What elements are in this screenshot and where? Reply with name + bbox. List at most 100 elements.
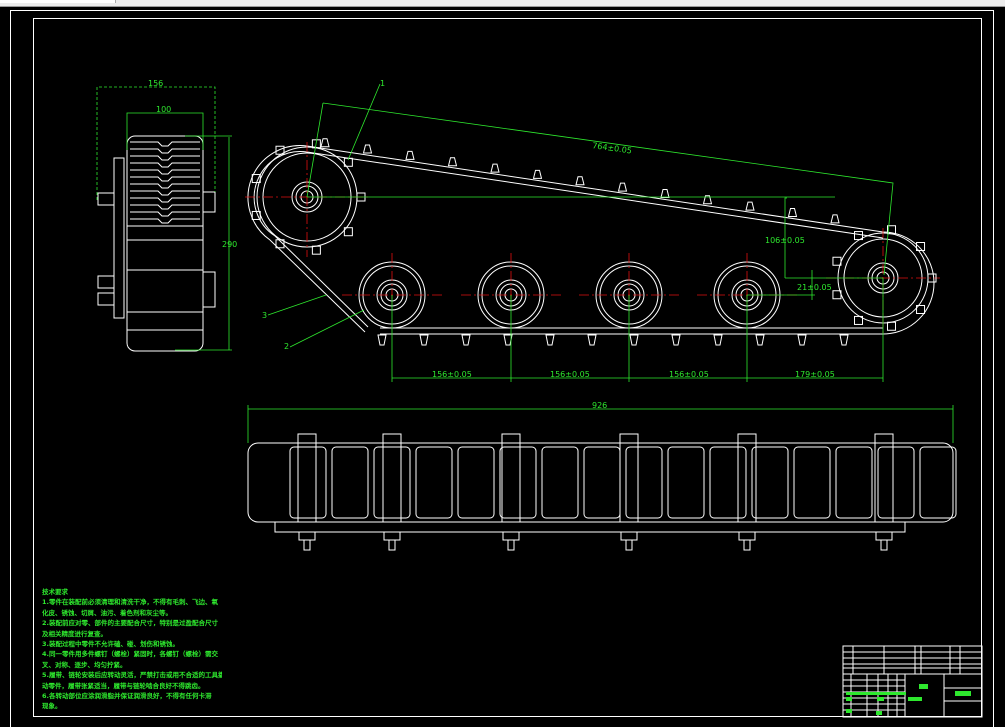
note-line: 6.各转动部位应涂润滑脂并保证润滑良好，不得有任何卡滞: [42, 692, 212, 701]
dim-side-height: 290: [222, 240, 237, 249]
track-lug: [587, 334, 597, 346]
dim-vertical-offset: 106±0.05: [765, 236, 805, 245]
bolt: [303, 539, 311, 551]
bottom-view: 926: [247, 401, 957, 551]
track-lug: [660, 188, 670, 198]
track-link: [919, 446, 957, 519]
dim-side-outer-width: 156: [148, 79, 163, 88]
dim-wheel-offset: 21±0.05: [797, 283, 832, 292]
tread-fin: [130, 162, 200, 168]
track-link: [331, 446, 369, 519]
track-link: [583, 446, 621, 519]
tread-fin: [130, 218, 200, 224]
track-link: [541, 446, 579, 519]
technical-notes: 技术要求 1.零件在装配前必须清理和清洗干净，不得有毛刺、飞边、氧 化皮、锈蚀、切…: [42, 587, 222, 712]
title-cell-fill: [846, 697, 852, 701]
sprocket-tooth: [311, 245, 321, 255]
nut: [875, 531, 893, 541]
side-view: 156 100 290: [96, 79, 237, 352]
track-link: [751, 446, 789, 519]
note-line: 及相关精度进行复查。: [42, 629, 107, 638]
note-line: 2.装配前应对零、部件的主要配合尺寸，特别是过盈配合尺寸: [42, 619, 218, 628]
tread-fin: [130, 183, 200, 189]
track-lug: [532, 169, 543, 179]
note-line: 3.装配过程中零件不允许磕、碰、划伤和锈蚀。: [42, 640, 179, 649]
dim-center-distance: 764±0.05: [592, 141, 633, 155]
track-link: [793, 446, 831, 519]
track-link: [625, 446, 663, 519]
note-line: 叉、对称、逐步、均匀拧紧。: [42, 660, 127, 669]
note-line: 1.零件在装配前必须清理和清洗干净，不得有毛刺、飞边、氧: [42, 598, 218, 607]
note-line: 化皮、锈蚀、切屑、油污、着色剂和灰尘等。: [42, 608, 172, 617]
bolt: [388, 539, 396, 551]
track-link: [667, 446, 705, 519]
track-lug: [320, 138, 330, 148]
track-lug: [713, 334, 723, 346]
track-link: [457, 446, 495, 519]
dim-wheel-spacing-3: 156±0.05: [669, 370, 709, 379]
track-link: [415, 446, 453, 519]
track-lug: [362, 144, 373, 154]
track-lug: [797, 334, 807, 346]
title-cell-fill: [846, 692, 906, 695]
track-link: [877, 446, 915, 519]
track-lug: [617, 182, 628, 192]
tread-fin: [130, 204, 200, 210]
title-cell-fill: [876, 711, 882, 715]
track-lug: [745, 201, 755, 211]
track-link: [289, 446, 327, 519]
track-lug: [490, 163, 500, 173]
tread-fin: [130, 211, 200, 217]
nut: [620, 531, 638, 541]
track-lug: [447, 157, 458, 167]
bolt: [507, 539, 515, 551]
note-line: 5.履带、链轮安装后应转动灵活，严禁打击或用不合适的工具撬: [42, 671, 222, 680]
track-lug: [461, 334, 471, 346]
track-lug: [419, 334, 429, 346]
dim-wheel-spacing-2: 156±0.05: [550, 370, 590, 379]
note-line: 4.同一零件用多件螺钉（螺栓）紧固时，各螺钉（螺栓）需交: [42, 650, 218, 659]
bolt: [743, 539, 751, 551]
tread-fin: [130, 141, 200, 147]
tread-fin: [130, 197, 200, 203]
main-view: 764±0.05 106±0.05 21±0.05 156±0.05 156±0…: [245, 79, 940, 382]
part-label-2: 2: [284, 342, 289, 351]
nut: [383, 531, 401, 541]
track-lug: [839, 334, 849, 346]
track-lug: [755, 334, 765, 346]
dim-overall-length: 926: [592, 401, 607, 410]
note-line: 动零件，履带张紧适当，履带与链轮啮合良好不得跳齿。: [42, 681, 205, 690]
bolt: [880, 539, 888, 551]
tread-fin: [130, 169, 200, 175]
track-lug: [545, 334, 555, 346]
tread-fin: [130, 155, 200, 161]
track-lug: [629, 334, 639, 346]
notes-title: 技术要求: [42, 588, 68, 596]
track-lug: [377, 334, 387, 346]
part-label-1: 1: [380, 79, 385, 88]
title-cell-fill: [877, 697, 884, 701]
centerline: [245, 142, 369, 257]
tread-fin: [130, 190, 200, 196]
track-lug: [671, 334, 681, 346]
nut: [502, 531, 520, 541]
nut: [298, 531, 316, 541]
sprocket-tooth: [887, 321, 897, 331]
title-cell-fill: [846, 709, 852, 713]
track-link: [835, 446, 873, 519]
bolt: [625, 539, 633, 551]
track-lug: [575, 176, 585, 186]
track-link: [373, 446, 411, 519]
part-label-3: 3: [262, 311, 267, 320]
tread-fin: [130, 176, 200, 182]
track-lug: [830, 214, 840, 224]
dim-wheel-spacing-1: 156±0.05: [432, 370, 472, 379]
track-link: [499, 446, 537, 519]
track-link: [709, 446, 747, 519]
nut: [738, 531, 756, 541]
note-line: 现象。: [42, 702, 62, 711]
track-lug: [787, 207, 798, 217]
track-lug: [405, 150, 415, 160]
dim-side-track-width: 100: [156, 105, 171, 114]
tread-fin: [130, 148, 200, 154]
